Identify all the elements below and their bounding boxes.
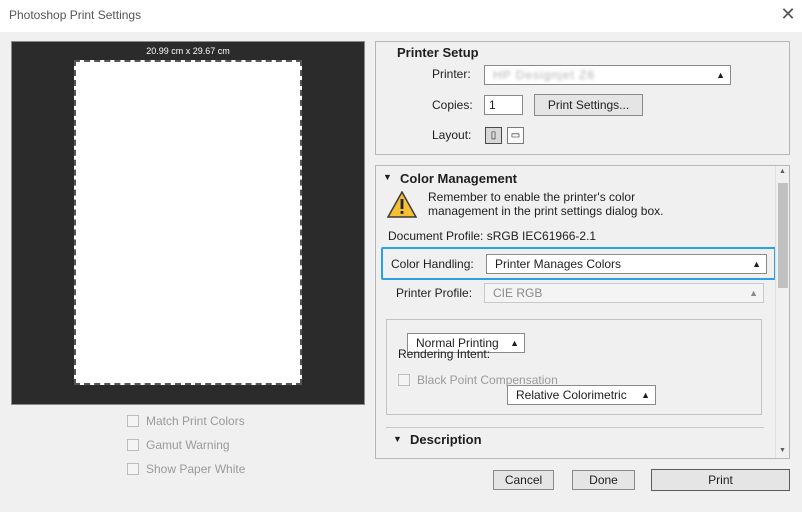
rendering-intent-select[interactable]: Relative Colorimetric ▲: [507, 385, 656, 405]
color-handling-select[interactable]: Printer Manages Colors ▲: [486, 254, 767, 274]
print-settings-button[interactable]: Print Settings...: [534, 94, 643, 116]
rendering-intent-label: Rendering Intent:: [398, 347, 491, 361]
rendering-intent-value: Relative Colorimetric: [516, 388, 627, 402]
match-print-colors-checkbox[interactable]: [127, 415, 139, 427]
select-arrows-icon: ▲: [749, 288, 758, 298]
select-arrows-icon: ▲: [510, 338, 519, 348]
printer-setup-title: Printer Setup: [397, 45, 479, 60]
collapse-triangle-icon[interactable]: ▼: [383, 172, 392, 182]
color-handling-value: Printer Manages Colors: [495, 257, 622, 271]
copies-input[interactable]: 1: [484, 95, 523, 115]
match-print-colors-label: Match Print Colors: [146, 414, 245, 428]
window-title: Photoshop Print Settings: [9, 8, 142, 22]
description-title: Description: [410, 432, 482, 447]
paper-size-label: 20.99 cm x 29.67 cm: [146, 46, 230, 56]
portrait-layout-icon[interactable]: ▯: [485, 127, 502, 144]
black-point-checkbox[interactable]: [398, 374, 410, 386]
section-divider: [386, 427, 764, 428]
printer-setup-panel: Printer Setup Printer: HP Designjet Z6 ▲…: [375, 41, 790, 155]
copies-label: Copies:: [432, 98, 473, 112]
warning-line-2: management in the print settings dialog …: [428, 204, 664, 218]
printer-label: Printer:: [432, 67, 471, 81]
document-profile: Document Profile: sRGB IEC61966-2.1: [388, 229, 597, 243]
color-management-panel: ▼ Color Management Remember to enable th…: [375, 165, 790, 459]
select-arrows-icon: ▲: [752, 259, 761, 269]
landscape-layout-icon[interactable]: ▭: [507, 127, 524, 144]
print-preview: 20.99 cm x 29.67 cm: [11, 41, 365, 405]
close-icon[interactable]: ✕: [778, 4, 798, 25]
title-bar: Photoshop Print Settings ✕: [0, 0, 802, 32]
cancel-button[interactable]: Cancel: [493, 470, 554, 490]
show-paper-white-checkbox[interactable]: [127, 463, 139, 475]
printer-profile-value: CIE RGB: [493, 286, 543, 300]
match-print-colors-option[interactable]: Match Print Colors: [127, 414, 245, 428]
layout-label: Layout:: [432, 128, 472, 142]
gamut-warning-option[interactable]: Gamut Warning: [127, 438, 230, 452]
scrollbar[interactable]: ▲ ▼: [775, 166, 789, 458]
printer-profile-select[interactable]: CIE RGB ▲: [484, 283, 764, 303]
gamut-warning-label: Gamut Warning: [146, 438, 230, 452]
black-point-label: Black Point Compensation: [417, 373, 558, 387]
printer-value: HP Designjet Z6: [493, 68, 596, 82]
printer-select[interactable]: HP Designjet Z6 ▲: [484, 65, 731, 85]
paper-preview: [74, 60, 302, 385]
color-management-title: Color Management: [400, 171, 518, 186]
description-collapse-icon[interactable]: ▼: [393, 434, 402, 444]
gamut-warning-checkbox[interactable]: [127, 439, 139, 451]
copies-value: 1: [489, 98, 496, 112]
color-handling-highlight: Color Handling: Printer Manages Colors ▲: [381, 247, 776, 280]
scroll-up-icon[interactable]: ▲: [779, 168, 786, 175]
done-button[interactable]: Done: [572, 470, 635, 490]
print-button[interactable]: Print: [651, 469, 790, 491]
printer-profile-label: Printer Profile:: [396, 286, 473, 300]
select-arrows-icon: ▲: [641, 390, 650, 400]
scroll-thumb[interactable]: [778, 183, 788, 288]
show-paper-white-label: Show Paper White: [146, 462, 246, 476]
warning-line-1: Remember to enable the printer's color: [428, 190, 636, 204]
scroll-down-icon[interactable]: ▼: [779, 447, 786, 454]
color-handling-label: Color Handling:: [391, 257, 474, 271]
warning-icon: [387, 191, 417, 218]
black-point-option[interactable]: Black Point Compensation: [398, 373, 558, 387]
select-arrows-icon: ▲: [716, 70, 725, 80]
show-paper-white-option[interactable]: Show Paper White: [127, 462, 245, 476]
